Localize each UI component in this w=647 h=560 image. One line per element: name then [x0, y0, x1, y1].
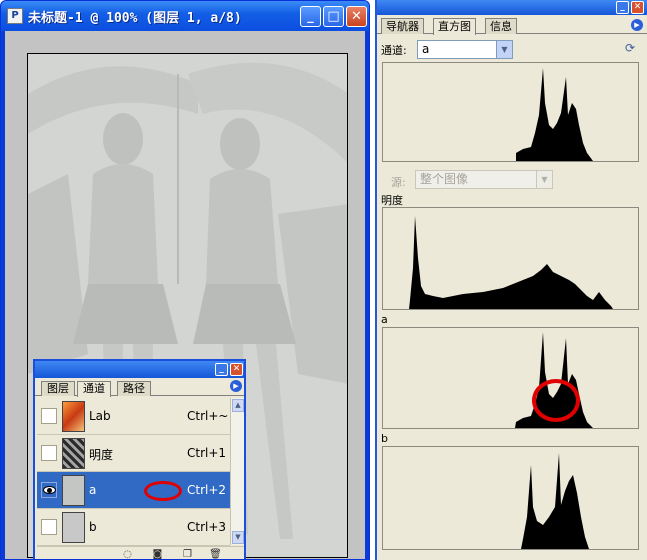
channel-row-lightness[interactable]: 明度 Ctrl+1 — [37, 435, 230, 472]
scroll-down-icon[interactable]: ▼ — [232, 531, 244, 544]
maximize-button[interactable]: □ — [323, 6, 344, 27]
histogram-b-graph — [521, 453, 589, 549]
tab-layers[interactable]: 图层 — [41, 381, 75, 396]
eye-icon — [43, 486, 56, 494]
tab-channels[interactable]: 通道 — [77, 381, 111, 397]
source-label: 源: — [391, 176, 406, 189]
panel-menu-arrow-icon[interactable]: ▶ — [631, 19, 643, 31]
histogram-composite — [382, 62, 639, 162]
tab-paths[interactable]: 路径 — [117, 381, 151, 396]
source-select: 整个图像 ▼ — [415, 170, 553, 189]
channel-name: 明度 — [89, 448, 114, 462]
mask-icon[interactable]: ◙ — [151, 549, 164, 559]
refresh-icon[interactable]: ⟳ — [625, 41, 635, 55]
channel-shortcut: Ctrl+1 — [187, 446, 227, 460]
document-workspace: _ ✕ 图层 通道 路径 ▶ Lab Ctrl+~ 明度 Ctrl+1 a Ct… — [5, 31, 365, 559]
trash-icon[interactable]: 🗑 — [209, 549, 222, 559]
histogram-panel-titlebar[interactable]: _ ✕ — [377, 0, 647, 15]
close-button[interactable]: ✕ — [346, 6, 367, 27]
channel-shortcut: Ctrl+3 — [187, 520, 227, 534]
channel-select[interactable]: a ▼ — [417, 40, 513, 59]
document-title-bar[interactable]: P 未标题-1 @ 100% (图层 1, a/8) _ □ ✕ — [1, 1, 369, 31]
document-title: 未标题-1 @ 100% (图层 1, a/8) — [28, 11, 242, 26]
a-channel-label: a — [381, 313, 388, 326]
histogram-panel[interactable]: _ ✕ 导航器 直方图 信息 ▶ 通道: a ▼ ⟳ 源: 整个图像 ▼ 明度 … — [375, 0, 647, 560]
histogram-lightness — [382, 207, 639, 310]
visibility-toggle[interactable] — [41, 445, 57, 461]
document-window[interactable]: P 未标题-1 @ 100% (图层 1, a/8) _ □ ✕ _ ✕ 图层 … — [0, 0, 370, 560]
histogram-a — [382, 327, 639, 429]
tab-histogram[interactable]: 直方图 — [433, 18, 476, 35]
tab-info[interactable]: 信息 — [485, 18, 517, 34]
panel-menu-arrow-icon[interactable]: ▶ — [230, 380, 242, 392]
histogram-composite-graph — [516, 68, 593, 161]
lightness-label: 明度 — [381, 194, 403, 207]
channel-list: Lab Ctrl+~ 明度 Ctrl+1 a Ctrl+2 b Ctrl+3 — [37, 398, 230, 546]
channel-shortcut: Ctrl+~ — [187, 409, 229, 423]
channel-row-b[interactable]: b Ctrl+3 — [37, 509, 230, 546]
channel-thumbnail — [62, 401, 85, 432]
minimize-button[interactable]: _ — [300, 6, 321, 27]
channel-label: 通道: — [381, 44, 407, 57]
new-channel-icon[interactable]: ❐ — [181, 549, 194, 559]
panel-close-button[interactable]: ✕ — [230, 363, 243, 376]
panel-minimize-button[interactable]: _ — [215, 363, 228, 376]
channel-name: Lab — [89, 409, 111, 423]
channel-name: a — [89, 483, 97, 497]
channel-thumbnail — [62, 512, 85, 543]
channel-thumbnail — [62, 475, 85, 506]
channel-list-scrollbar[interactable]: ▲ ▼ — [230, 398, 244, 545]
channels-tabs: 图层 通道 路径 ▶ — [35, 378, 244, 397]
dotted-circle-icon[interactable]: ◌ — [121, 549, 134, 559]
visibility-toggle[interactable] — [41, 519, 57, 535]
histogram-lightness-graph — [409, 216, 613, 309]
channels-panel-titlebar[interactable]: _ ✕ — [35, 361, 244, 378]
channel-row-a[interactable]: a Ctrl+2 — [37, 472, 230, 509]
histogram-tabs: 导航器 直方图 信息 ▶ — [377, 15, 647, 35]
ps-document-icon: P — [7, 8, 23, 24]
scroll-up-icon[interactable]: ▲ — [232, 399, 244, 412]
source-select-value: 整个图像 — [420, 172, 469, 186]
visibility-toggle[interactable] — [41, 408, 57, 424]
panel-close-button[interactable]: ✕ — [631, 1, 644, 14]
channels-toolbar: ◌ ◙ ❐ 🗑 — [37, 546, 244, 559]
chevron-down-icon[interactable]: ▼ — [496, 41, 512, 58]
channel-shortcut: Ctrl+2 — [187, 483, 227, 497]
b-channel-label: b — [381, 432, 388, 445]
channel-name: b — [89, 520, 97, 534]
visibility-toggle[interactable] — [41, 482, 57, 498]
red-annotation-ellipse — [144, 481, 182, 501]
channels-panel[interactable]: _ ✕ 图层 通道 路径 ▶ Lab Ctrl+~ 明度 Ctrl+1 a Ct… — [33, 359, 246, 559]
channel-row-lab[interactable]: Lab Ctrl+~ — [37, 398, 230, 435]
histogram-b — [382, 446, 639, 550]
channel-thumbnail — [62, 438, 85, 469]
panel-minimize-button[interactable]: _ — [616, 1, 629, 14]
chevron-down-icon: ▼ — [536, 171, 552, 188]
channel-select-value: a — [422, 42, 430, 56]
tab-navigator[interactable]: 导航器 — [381, 18, 424, 34]
red-annotation-circle — [532, 379, 580, 422]
histogram-a-graph — [515, 332, 593, 428]
